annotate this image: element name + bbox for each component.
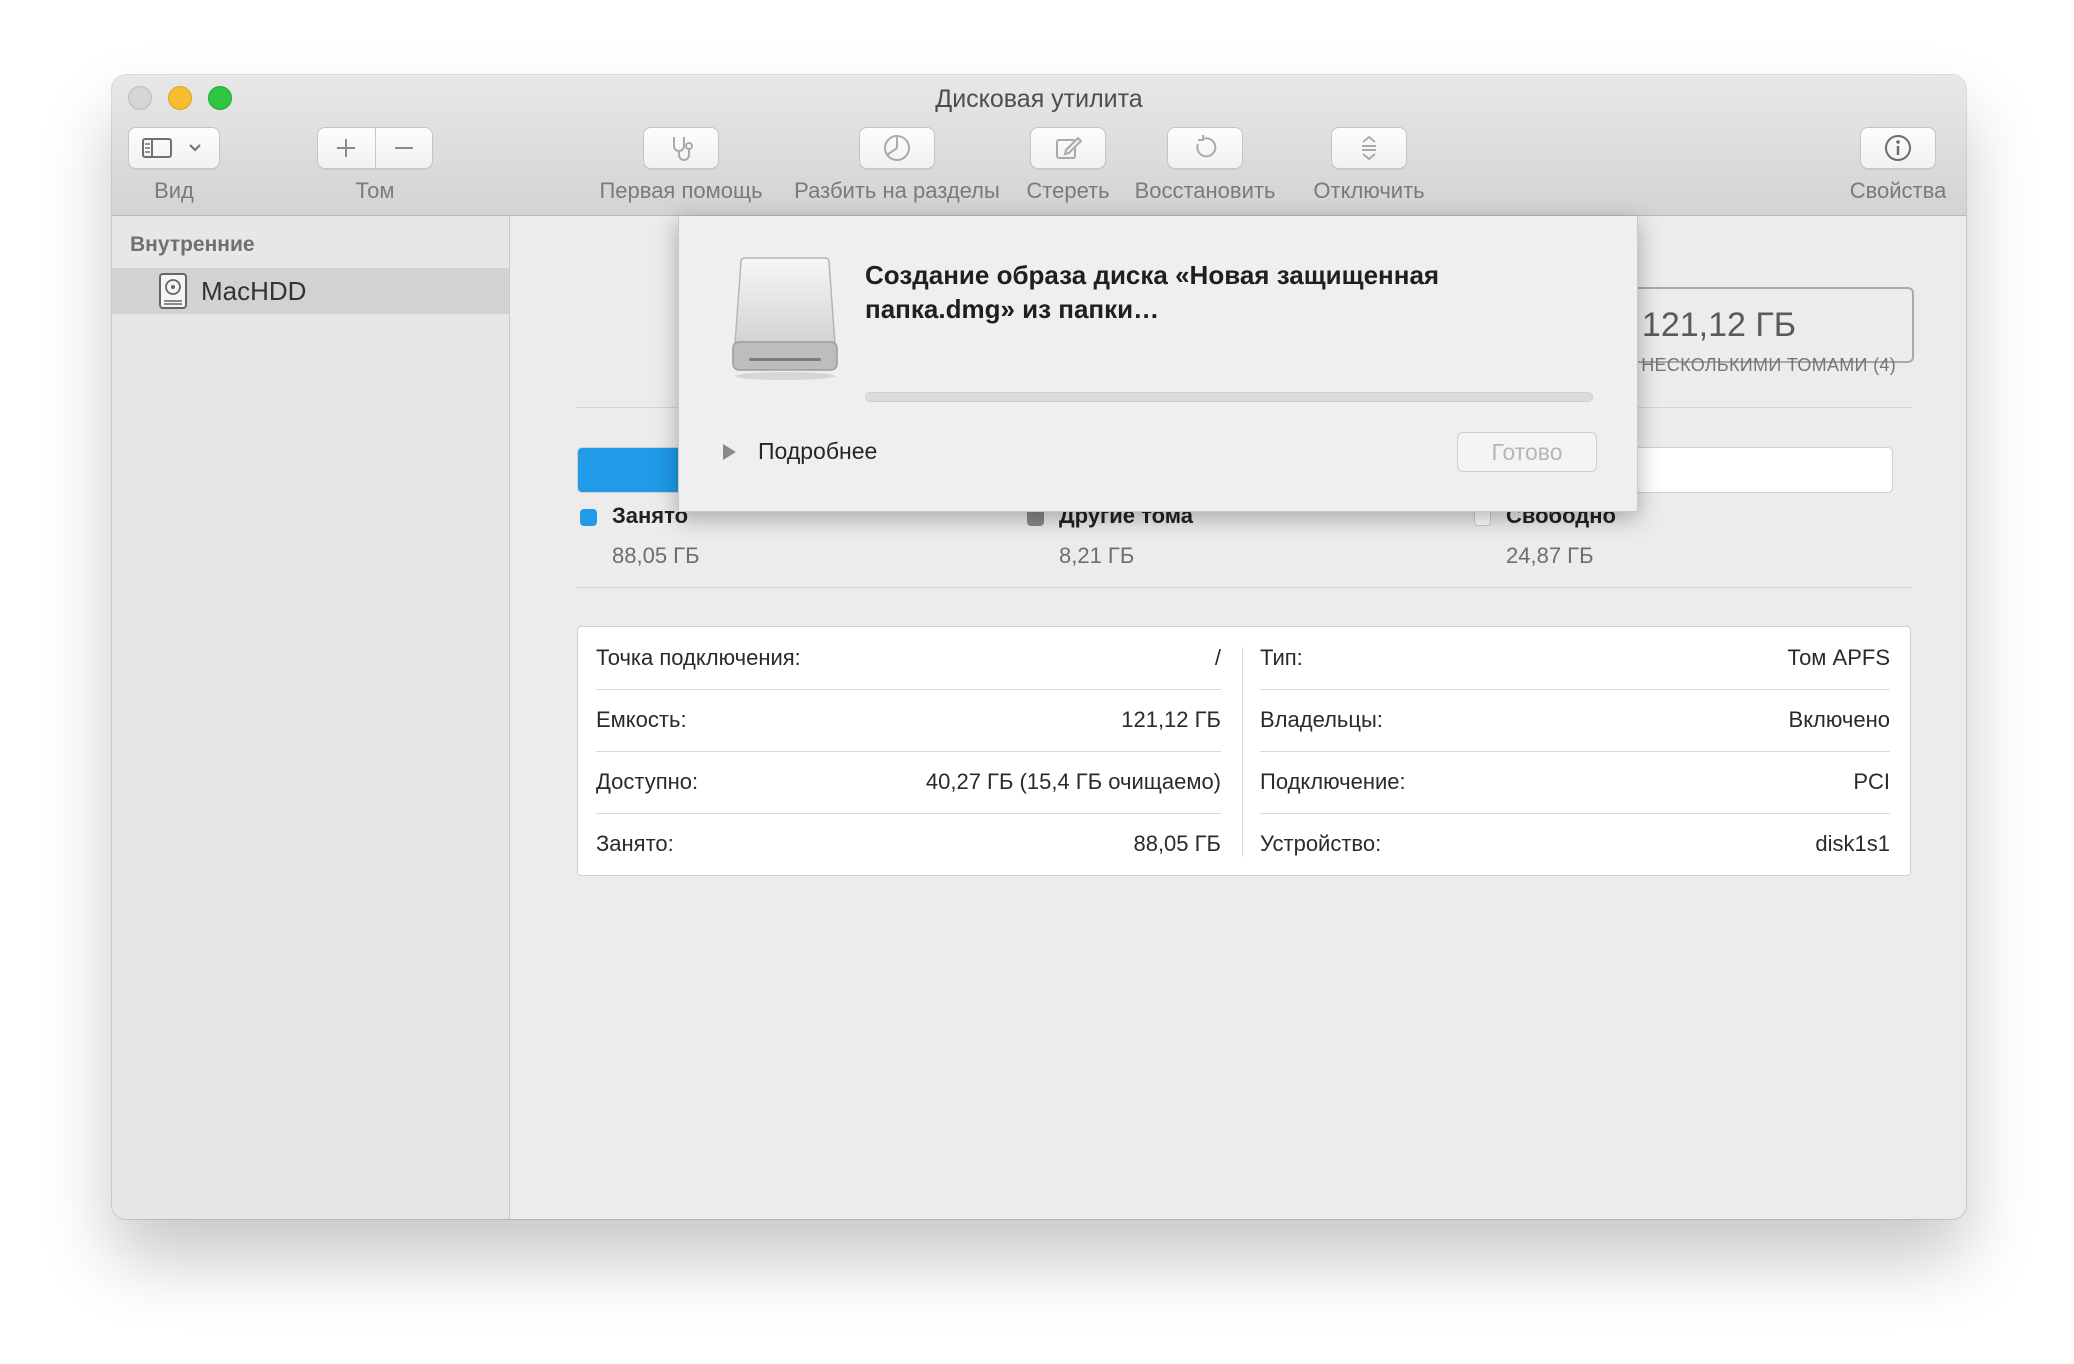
volume-label: Том [355,178,395,203]
restore-arrow-icon [1196,135,1217,158]
remove-volume-button[interactable] [376,128,433,168]
info-value: Включено [1788,707,1890,732]
volume-segmented-control [317,127,433,169]
pie-chart-icon [884,135,910,161]
info-value: PCI [1853,769,1890,794]
legend-value: 88,05 ГБ [612,543,700,568]
view-button[interactable] [128,127,220,169]
toolbar: Дисковая утилита Вид Том Первая помощь Р… [112,75,1966,216]
info-value: / [1214,645,1221,670]
info-value: 88,05 ГБ [1133,831,1221,856]
info-row-type: Тип: Том APFS [1260,627,1890,689]
first-aid-label: Первая помощь [599,178,763,203]
info-key: Устройство: [1260,831,1382,856]
erase-pencil-icon [1056,136,1083,159]
capacity-value: 121,12 ГБ [1641,305,1797,344]
dialog-title: Создание образа диска «Новая защищенная … [865,260,1440,324]
sidebar-section-internal: Внутренние [130,233,255,256]
legend-swatch-used [580,509,597,526]
info-key: Точка подключения: [596,645,801,670]
minus-icon [394,147,413,149]
info-key: Занято: [596,831,674,856]
partition-label: Разбить на разделы [794,178,1000,203]
disk-utility-window: Дисковая утилита Вид Том Первая помощь Р… [112,75,1966,1219]
stethoscope-icon [673,137,693,161]
divider [577,587,1911,588]
info-key: Емкость: [596,707,687,732]
restore-button[interactable] [1167,127,1243,169]
create-image-progress-sheet: Создание образа диска «Новая защищенная … [678,216,1638,512]
unmount-label: Отключить [1313,178,1425,203]
info-row-device: Устройство: disk1s1 [1260,813,1890,875]
unmount-button[interactable] [1331,127,1407,169]
info-key: Владельцы: [1260,707,1383,732]
add-volume-button[interactable] [318,128,375,168]
plus-icon [337,139,356,157]
info-row-mount-point: Точка подключения: / [596,627,1221,689]
info-row-capacity: Емкость: 121,12 ГБ [596,689,1221,751]
info-value: 40,27 ГБ (15,4 ГБ очищаемо) [925,769,1221,794]
window-title: Дисковая утилита [935,85,1143,113]
eject-icon [1362,135,1376,161]
legend-value: 8,21 ГБ [1059,543,1135,568]
chevron-down-icon [189,144,201,152]
column-divider [1242,647,1243,857]
info-key: Доступно: [596,769,699,794]
info-value: Том APFS [1787,645,1890,670]
sidebar [112,216,510,1219]
info-value: disk1s1 [1815,831,1890,856]
first-aid-button[interactable] [643,127,719,169]
erase-label: Стереть [1026,178,1110,203]
done-button[interactable]: Готово [1457,432,1597,472]
info-value: 121,12 ГБ [1121,707,1221,732]
legend-value: 24,87 ГБ [1506,543,1594,568]
legend-name: Занято [612,503,689,528]
info-row-owners: Владельцы: Включено [1260,689,1890,751]
details-disclosure[interactable]: Подробнее [723,438,877,465]
details-label: Подробнее [758,438,878,464]
disclosure-triangle-icon [723,443,736,460]
sidebar-icon [142,138,172,158]
info-key: Тип: [1260,645,1303,670]
external-drive-icon [732,257,838,380]
info-row-used: Занято: 88,05 ГБ [596,813,1221,875]
sidebar-item-machdd[interactable]: MacHDD [112,268,509,314]
sidebar-item-label: MacHDD [201,275,307,306]
partition-button[interactable] [859,127,935,169]
internal-disk-icon [159,273,187,309]
info-key: Подключение: [1260,769,1406,794]
info-button[interactable] [1860,127,1936,169]
erase-button[interactable] [1030,127,1106,169]
info-icon [1885,135,1911,161]
progress-bar [865,392,1593,402]
info-row-available: Доступно: 40,27 ГБ (15,4 ГБ очищаемо) [596,751,1221,813]
view-label: Вид [154,178,194,203]
restore-label: Восстановить [1134,178,1276,203]
volume-info-table: Точка подключения: / Емкость: 121,12 ГБ … [577,626,1911,876]
info-label: Свойства [1849,178,1947,203]
info-row-connection: Подключение: PCI [1260,751,1890,813]
